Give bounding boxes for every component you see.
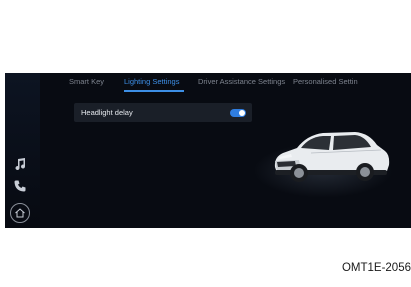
tab-fade-overlay xyxy=(356,73,411,95)
infotainment-screen: Smart Key Lighting Settings Driver Assis… xyxy=(5,73,411,228)
figure-code-caption: OMT1E-2056 xyxy=(341,262,411,274)
toggle-knob xyxy=(239,109,245,116)
headlight-delay-toggle[interactable] xyxy=(230,108,246,117)
headlight-delay-row[interactable]: Headlight delay xyxy=(74,103,252,122)
home-button[interactable] xyxy=(10,203,30,223)
suv-car-image xyxy=(274,132,390,182)
home-icon xyxy=(15,208,25,218)
headlight-delay-label: Headlight delay xyxy=(81,107,133,117)
tab-smart-key[interactable]: Smart Key xyxy=(69,77,104,86)
settings-tab-bar: Smart Key Lighting Settings Driver Assis… xyxy=(40,73,411,95)
phone-icon[interactable] xyxy=(13,179,27,193)
music-note-icon[interactable] xyxy=(13,157,27,171)
tab-lighting-settings[interactable]: Lighting Settings xyxy=(124,77,179,86)
sidebar xyxy=(5,73,40,228)
tab-personalised-settings[interactable]: Personalised Settin xyxy=(293,77,358,86)
tab-driver-assistance-settings[interactable]: Driver Assistance Settings xyxy=(198,77,285,86)
active-tab-indicator xyxy=(124,90,184,92)
